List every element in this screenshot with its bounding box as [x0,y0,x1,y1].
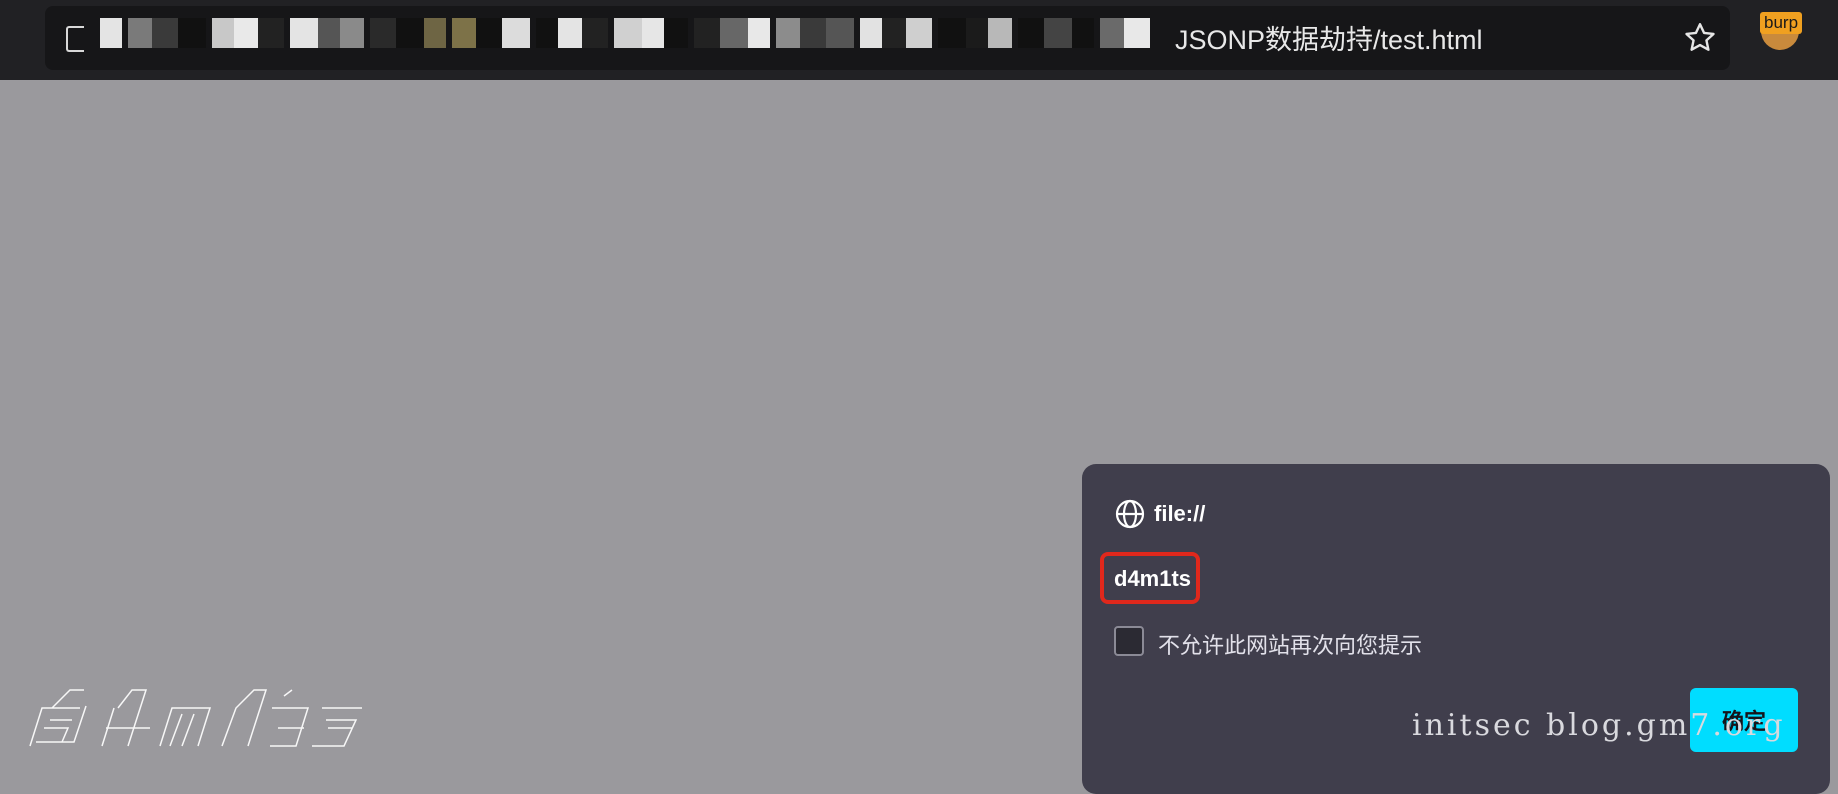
blur-block [128,18,152,48]
blur-block [860,18,882,48]
blur-block [966,18,988,48]
star-icon[interactable] [1682,20,1718,56]
blur-block [906,18,932,48]
blur-block [1044,18,1072,48]
blur-block [212,18,234,48]
blur-block [502,18,530,48]
blur-block [558,18,582,48]
watermark-text: initsec blog.gm7.org [1412,708,1786,743]
blur-block [1100,18,1124,48]
blur-block [476,18,502,48]
blur-block [1072,18,1094,48]
blur-block [882,18,906,48]
tab-icon [66,26,84,52]
blur-block [582,18,608,48]
blur-block [988,18,1012,48]
alert-dialog: file:// d4m1ts 不允许此网站再次向您提示 确定 [1082,464,1830,794]
blur-block [100,18,122,48]
blur-block [290,18,318,48]
blur-block [776,18,800,48]
blur-block [614,18,642,48]
globe-icon [1115,499,1145,529]
blur-block [318,18,340,48]
blur-block [800,18,826,48]
dialog-message: d4m1ts [1114,566,1192,591]
dialog-origin-text: file:// [1154,501,1206,526]
blur-block [152,18,178,48]
blur-block [178,18,206,48]
dialog-origin: file:// [1114,498,1205,530]
d4m1ts-logo-text: d4m1ts [22,746,26,749]
blur-block [340,18,364,48]
blur-block [1018,18,1044,48]
blur-block [694,18,720,48]
blur-block [938,18,966,48]
blur-block [370,18,396,48]
d4m1ts-logo: d4m1ts [22,689,362,749]
suppress-dialogs-label[interactable]: 不允许此网站再次向您提示 [1158,628,1422,660]
suppress-dialogs-checkbox[interactable] [1114,626,1144,656]
extension-badge: burp [1760,12,1803,34]
blur-block [396,18,424,48]
blur-block [826,18,854,48]
blur-block [536,18,558,48]
blur-block [452,18,476,48]
address-bar-url[interactable]: JSONP数据劫持/test.html [1175,21,1483,59]
blur-block [748,18,770,48]
blurred-url-prefix [100,18,1182,48]
blur-block [1124,18,1150,48]
browser-toolbar: JSONP数据劫持/test.html burp [0,0,1838,80]
blur-block [258,18,284,48]
blur-block [664,18,688,48]
blur-block [642,18,664,48]
blur-block [234,18,258,48]
blur-block [424,18,446,48]
blur-block [720,18,748,48]
